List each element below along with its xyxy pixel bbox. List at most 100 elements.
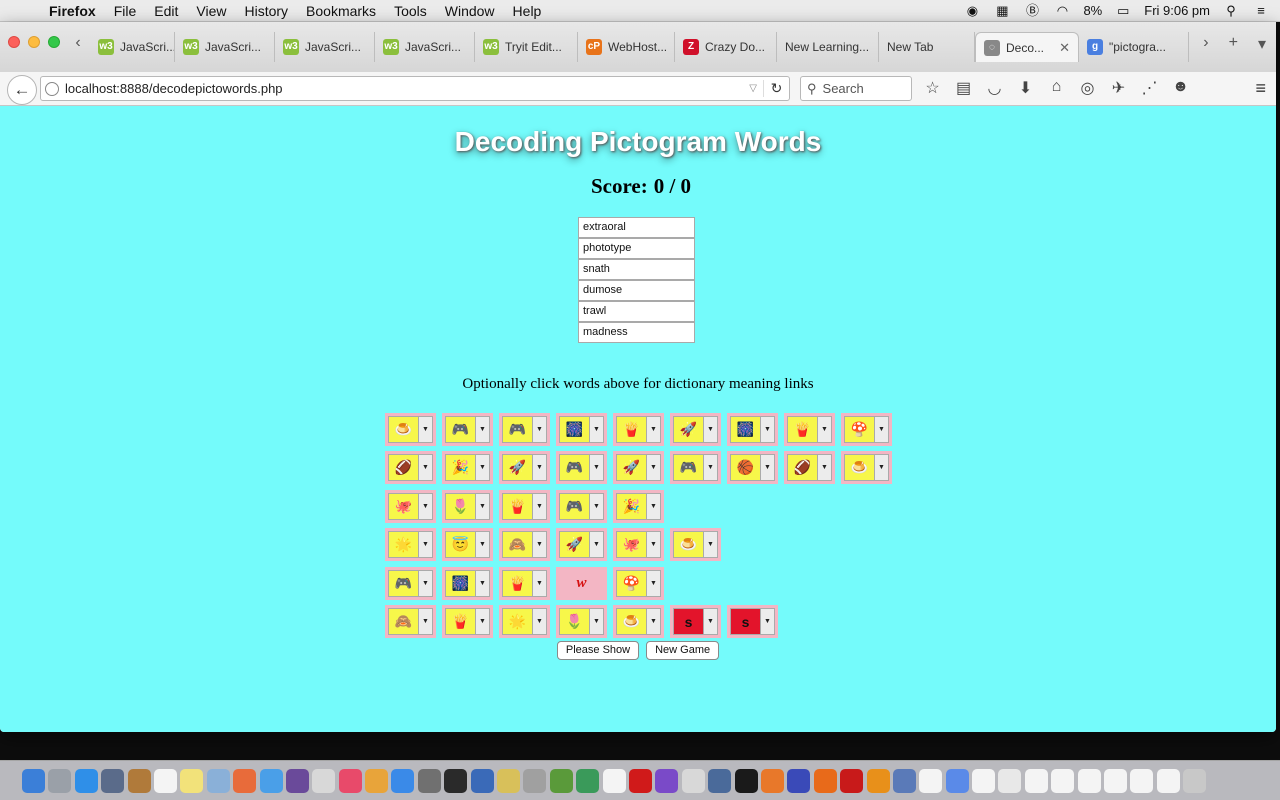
word-link-4[interactable]: dumose <box>578 280 695 301</box>
menu-app-firefox[interactable]: Firefox <box>40 3 105 19</box>
dock-app-icon[interactable] <box>127 768 151 793</box>
please-show-button[interactable]: Please Show <box>556 641 640 660</box>
bookmark-star-icon[interactable]: ☆ <box>922 78 943 98</box>
dock-app-icon[interactable] <box>312 768 336 793</box>
dropdown-arrow-icon[interactable]: ▼ <box>647 608 661 636</box>
dropdown-arrow-icon[interactable]: ▼ <box>419 531 433 559</box>
dock-app-icon[interactable] <box>1024 768 1048 793</box>
site-info-icon[interactable] <box>45 81 59 96</box>
wifi-icon[interactable]: ◠ <box>1053 3 1071 19</box>
dropdown-arrow-icon[interactable]: ▼ <box>590 492 604 520</box>
dock-app-icon[interactable] <box>1051 768 1075 793</box>
minimize-window-button[interactable] <box>28 36 40 48</box>
pictogram-select[interactable]: 🍮 ▼ <box>670 528 721 562</box>
dock-app-icon[interactable] <box>153 768 177 793</box>
dock-app-icon[interactable] <box>48 768 72 793</box>
downloads-icon[interactable]: ⬇ <box>1015 78 1036 98</box>
extension-dots-icon[interactable]: ⋰ <box>1139 78 1160 98</box>
dock-app-icon[interactable] <box>497 768 521 793</box>
dock-app-icon[interactable] <box>444 768 468 793</box>
maximize-window-button[interactable] <box>48 36 60 48</box>
dropdown-arrow-icon[interactable]: ▼ <box>533 454 547 482</box>
dropdown-arrow-icon[interactable]: ▼ <box>533 531 547 559</box>
new-tab-plus-icon[interactable]: + <box>1229 34 1238 54</box>
dropdown-arrow-icon[interactable]: ▼ <box>761 415 775 443</box>
pictogram-select[interactable]: 🍟 ▼ <box>499 489 550 523</box>
dock-app-icon[interactable] <box>1156 768 1180 793</box>
dropdown-arrow-icon[interactable]: ▼ <box>419 608 433 636</box>
pictogram-select[interactable]: 🚀 ▼ <box>670 412 721 446</box>
dock-app-icon[interactable] <box>1130 768 1154 793</box>
pictogram-select[interactable]: 🐙 ▼ <box>613 528 664 562</box>
menu-history[interactable]: History <box>235 3 297 19</box>
pictogram-select[interactable]: 🙈 ▼ <box>385 605 436 639</box>
dock-app-icon[interactable] <box>760 768 784 793</box>
dropdown-arrow-icon[interactable]: ▼ <box>590 454 604 482</box>
pictogram-select[interactable]: 🍄 ▼ <box>841 412 892 446</box>
menu-edit[interactable]: Edit <box>145 3 187 19</box>
dropdown-arrow-icon[interactable]: ▼ <box>647 569 661 597</box>
dropdown-arrow-icon[interactable]: ▼ <box>419 492 433 520</box>
tabs-scroll-left-icon[interactable]: ‹ <box>70 34 86 52</box>
dropdown-arrow-icon[interactable]: ▼ <box>590 415 604 443</box>
word-link-6[interactable]: madness <box>578 322 695 343</box>
close-window-button[interactable] <box>8 36 20 48</box>
word-link-3[interactable]: snath <box>578 259 695 280</box>
dock-app-icon[interactable] <box>892 768 916 793</box>
pictogram-select[interactable]: 🌷 ▼ <box>442 489 493 523</box>
pictogram-select[interactable]: 🎉 ▼ <box>613 489 664 523</box>
new-game-button[interactable]: New Game <box>646 641 720 660</box>
pictogram-select[interactable]: 🍮 ▼ <box>385 412 436 446</box>
dock-app-icon[interactable] <box>101 768 125 793</box>
close-tab-icon[interactable]: ✕ <box>1059 40 1070 56</box>
browser-tab[interactable]: New Tab <box>879 32 975 62</box>
pictogram-select[interactable]: 🎮 ▼ <box>556 451 607 485</box>
pictogram-select[interactable]: 🚀 ▼ <box>499 451 550 485</box>
dock-app-icon[interactable] <box>417 768 441 793</box>
pictogram-select[interactable]: 🎮 ▼ <box>499 412 550 446</box>
dropdown-arrow-icon[interactable]: ▼ <box>875 415 889 443</box>
chat-icon[interactable]: ☻ <box>1170 78 1191 98</box>
reload-icon[interactable]: ↻ <box>763 80 789 97</box>
dropdown-arrow-icon[interactable]: ▼ <box>533 569 547 597</box>
dock-app-icon[interactable] <box>1104 768 1128 793</box>
dock-app-icon[interactable] <box>523 768 547 793</box>
dropdown-arrow-icon[interactable]: ▼ <box>590 531 604 559</box>
pictogram-select[interactable]: 🍟 ▼ <box>784 412 835 446</box>
dock-app-icon[interactable] <box>285 768 309 793</box>
url-text[interactable]: localhost:8888/decodepictowords.php <box>65 81 283 96</box>
spotlight-search-icon[interactable]: ⚲ <box>1222 3 1240 19</box>
dropdown-arrow-icon[interactable]: ▼ <box>476 454 490 482</box>
dock-app-icon[interactable] <box>74 768 98 793</box>
pictogram-select[interactable]: s ▼ <box>727 605 778 639</box>
pictogram-select[interactable]: 🐙 ▼ <box>385 489 436 523</box>
dropdown-arrow-icon[interactable]: ▼ <box>704 415 718 443</box>
dock-app-icon[interactable] <box>180 768 204 793</box>
pictogram-select[interactable]: 🎮 ▼ <box>385 566 436 600</box>
dropdown-arrow-icon[interactable]: ▼ <box>533 608 547 636</box>
dropdown-arrow-icon[interactable]: ▼ <box>761 608 775 636</box>
status-circle-icon[interactable]: ◉ <box>963 3 981 19</box>
dropdown-arrow-icon[interactable]: ▼ <box>647 531 661 559</box>
word-link-2[interactable]: phototype <box>578 238 695 259</box>
browser-tab[interactable]: w3 Tryit Edit... <box>475 32 578 62</box>
menu-window[interactable]: Window <box>436 3 504 19</box>
pictogram-select[interactable]: 🏈 ▼ <box>784 451 835 485</box>
dock-app-icon[interactable] <box>628 768 652 793</box>
back-button[interactable]: ← <box>7 75 37 105</box>
dock-app-icon[interactable] <box>602 768 626 793</box>
dropdown-arrow-icon[interactable]: ▼ <box>647 415 661 443</box>
menubar-clock[interactable]: Fri 9:06 pm <box>1144 3 1210 18</box>
dock-app-icon[interactable] <box>945 768 969 793</box>
dropdown-arrow-icon[interactable]: ▼ <box>476 531 490 559</box>
dock-app-icon[interactable] <box>840 768 864 793</box>
dropdown-arrow-icon[interactable]: ▼ <box>476 492 490 520</box>
pictogram-select[interactable]: 🎆 ▼ <box>556 412 607 446</box>
dock-app-icon[interactable] <box>338 768 362 793</box>
dropdown-arrow-icon[interactable]: ▼ <box>818 415 832 443</box>
tabs-scroll-right-icon[interactable]: › <box>1203 34 1208 54</box>
pictogram-select[interactable]: 🏈 ▼ <box>385 451 436 485</box>
dock-app-icon[interactable] <box>576 768 600 793</box>
pictogram-select[interactable]: 🎮 ▼ <box>556 489 607 523</box>
word-link-1[interactable]: extraoral <box>578 217 695 238</box>
